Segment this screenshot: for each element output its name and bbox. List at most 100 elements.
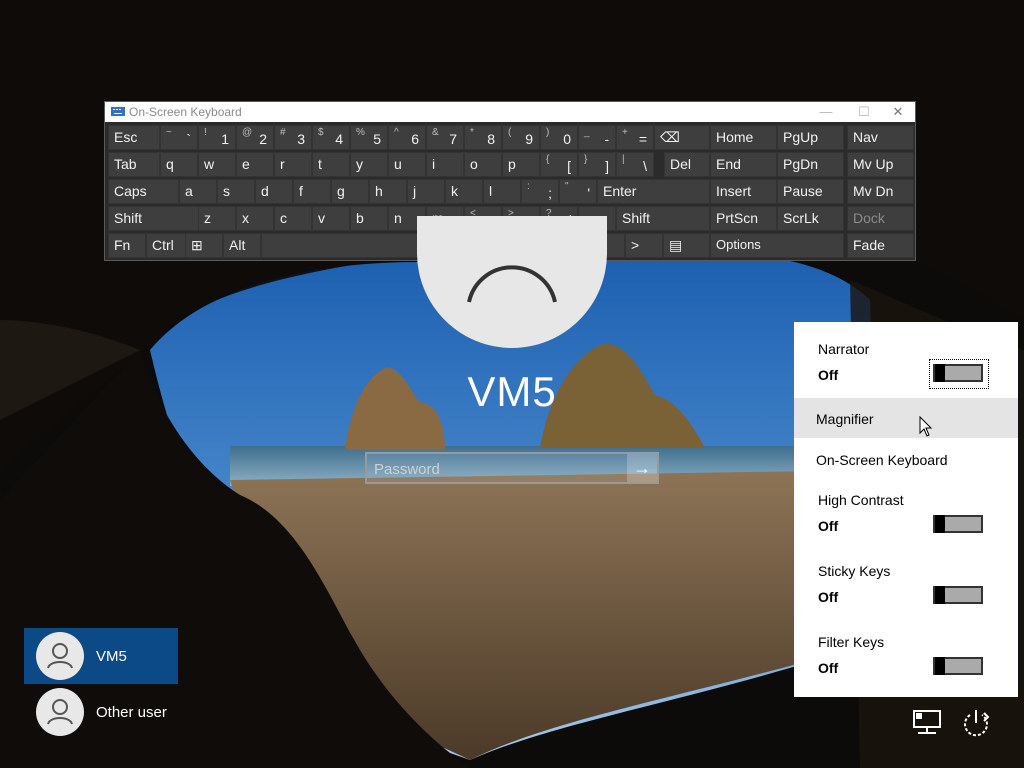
user-avatar-icon (36, 688, 84, 736)
key-lbracket[interactable]: {[ (540, 152, 578, 177)
key-shift-label: # (280, 127, 286, 138)
power-icon[interactable] (958, 705, 994, 741)
key-rbracket[interactable]: }] (578, 152, 616, 177)
key-o[interactable]: o (464, 152, 502, 177)
key-mvup[interactable]: Mv Up (847, 152, 914, 177)
key-fade[interactable]: Fade (847, 233, 914, 258)
key-label: Alt (229, 237, 246, 253)
key-backspace[interactable]: ⌫ (654, 125, 710, 150)
key-i[interactable]: i (426, 152, 464, 177)
magnifier-row[interactable]: Magnifier (794, 398, 1018, 438)
key-h[interactable]: h (369, 179, 407, 204)
key-q[interactable]: q (160, 152, 198, 177)
osk-titlebar[interactable]: On-Screen Keyboard — ☐ ✕ (105, 102, 915, 122)
key-y[interactable]: y (350, 152, 388, 177)
network-icon[interactable] (910, 705, 946, 741)
key-del[interactable]: Del (664, 152, 710, 177)
key-e[interactable]: e (236, 152, 274, 177)
toggle-knob (935, 515, 945, 533)
key-k[interactable]: k (445, 179, 483, 204)
filter-keys-toggle[interactable] (933, 657, 983, 675)
key-pause[interactable]: Pause (777, 179, 844, 204)
key-options[interactable]: Options (710, 233, 844, 258)
key-w[interactable]: w (198, 152, 236, 177)
submit-arrow-button[interactable]: → (627, 454, 657, 482)
key-5[interactable]: % 5 (350, 125, 388, 150)
key-1[interactable]: ! 1 (198, 125, 236, 150)
key-v[interactable]: v (312, 206, 350, 231)
key-label: g (337, 183, 345, 199)
key-2[interactable]: @2 (236, 125, 274, 150)
magnifier-label: Magnifier (816, 411, 874, 427)
key-backslash[interactable]: | \ (616, 152, 654, 177)
key-d[interactable]: d (255, 179, 293, 204)
key-minus[interactable]: _ - (578, 125, 616, 150)
key-esc[interactable]: Esc (108, 125, 160, 150)
key-alt-left[interactable]: Alt (223, 233, 261, 258)
key-scrlk[interactable]: ScrLk (777, 206, 844, 231)
key-caps[interactable]: Caps (108, 179, 179, 204)
key-x[interactable]: x (236, 206, 274, 231)
key-label: u (394, 156, 402, 172)
key-8[interactable]: * 8 (464, 125, 502, 150)
key-z[interactable]: z (198, 206, 236, 231)
key-u[interactable]: u (388, 152, 426, 177)
key-r[interactable]: r (274, 152, 312, 177)
key-6[interactable]: ^ 6 (388, 125, 426, 150)
key-nav[interactable]: Nav (847, 125, 914, 150)
key-pgup[interactable]: PgUp (777, 125, 844, 150)
close-button[interactable]: ✕ (879, 102, 917, 122)
key-backtick[interactable]: ~ ` (160, 125, 198, 150)
key-insert[interactable]: Insert (710, 179, 777, 204)
key-dock[interactable]: Dock (847, 206, 914, 231)
key-right[interactable]: > (625, 233, 663, 258)
key-label: y (356, 156, 363, 172)
key-menu[interactable]: ▤ (663, 233, 710, 258)
key-shift-label: | (622, 154, 625, 165)
minimize-button[interactable]: — (807, 102, 845, 122)
key-4[interactable]: $4 (312, 125, 350, 150)
key-label: b (356, 210, 364, 226)
key-j[interactable]: j (407, 179, 445, 204)
key-pgdn[interactable]: PgDn (777, 152, 844, 177)
key-tab[interactable]: Tab (108, 152, 160, 177)
key-0[interactable]: ) 0 (540, 125, 578, 150)
key-fn[interactable]: Fn (108, 233, 146, 258)
key-end[interactable]: End (710, 152, 777, 177)
key-f[interactable]: f (293, 179, 331, 204)
key-s[interactable]: s (217, 179, 255, 204)
key-label: \ (643, 158, 647, 174)
key-t[interactable]: t (312, 152, 350, 177)
key-semicolon[interactable]: :; (521, 179, 559, 204)
key-label: i (432, 156, 436, 172)
key-quote[interactable]: " ' (559, 179, 597, 204)
key-g[interactable]: g (331, 179, 369, 204)
maximize-button[interactable]: ☐ (845, 102, 883, 122)
password-input[interactable] (367, 454, 636, 484)
key-shift-right[interactable]: Shift (616, 206, 710, 231)
key-mvdn[interactable]: Mv Dn (847, 179, 914, 204)
key-win[interactable]: ⊞ (185, 233, 223, 258)
high-contrast-toggle[interactable] (933, 515, 983, 533)
key-shift-label: ~ (166, 127, 172, 138)
sticky-keys-toggle[interactable] (933, 586, 983, 604)
key-shift-label: ! (204, 127, 207, 138)
key-l[interactable]: l (483, 179, 521, 204)
key-3[interactable]: #3 (274, 125, 312, 150)
key-equals[interactable]: + = (616, 125, 654, 150)
key-p[interactable]: p (502, 152, 540, 177)
key-home[interactable]: Home (710, 125, 777, 150)
user-tile-vm5[interactable]: VM5 (24, 628, 178, 684)
filter-keys-title: Filter Keys (818, 634, 885, 650)
narrator-toggle[interactable] (933, 364, 983, 382)
key-a[interactable]: a (179, 179, 217, 204)
on-screen-keyboard-link[interactable]: On-Screen Keyboard (816, 452, 948, 468)
key-shift-left[interactable]: Shift (108, 206, 204, 231)
key-enter[interactable]: Enter (597, 179, 710, 204)
key-7[interactable]: & 7 (426, 125, 464, 150)
user-tile-other-user[interactable]: Other user (24, 684, 178, 740)
key-b[interactable]: b (350, 206, 388, 231)
key-prtscn[interactable]: PrtScn (710, 206, 777, 231)
key-9[interactable]: (9 (502, 125, 540, 150)
key-c[interactable]: c (274, 206, 312, 231)
